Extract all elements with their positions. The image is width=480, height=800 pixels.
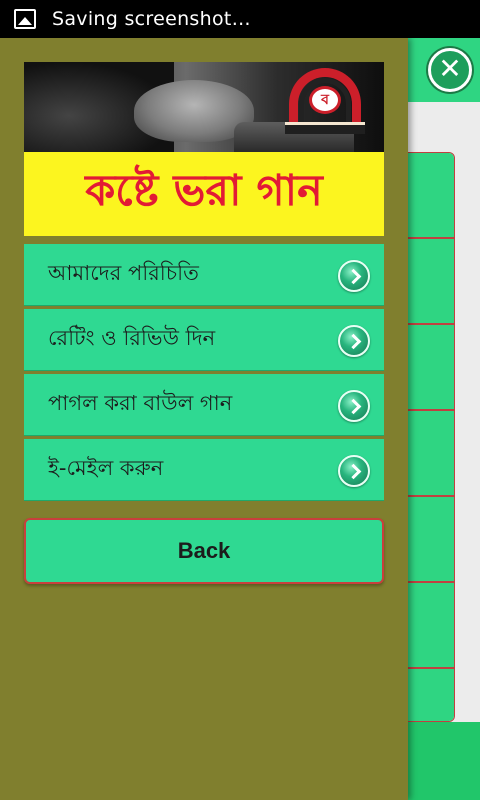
banner-title-strip: কষ্টে ভরা গান: [24, 152, 384, 236]
menu-item-rate-review[interactable]: রেটিং ও রিভিউ দিন: [24, 309, 384, 371]
menu-item-label: আমাদের পরিচিতি: [48, 261, 199, 285]
close-icon[interactable]: ✕: [428, 48, 472, 92]
status-bar: Saving screenshot…: [0, 0, 480, 38]
status-text: Saving screenshot…: [52, 8, 251, 30]
chevron-right-icon[interactable]: [338, 260, 370, 292]
menu-item-email[interactable]: ই-মেইল করুন: [24, 439, 384, 501]
menu-item-label: পাগল করা বাউল গান: [48, 391, 233, 415]
chevron-right-icon[interactable]: [338, 455, 370, 487]
menu-item-label: ই-মেইল করুন: [48, 456, 164, 480]
menu-item-about-us[interactable]: আমাদের পরিচিতি: [24, 244, 384, 306]
back-button[interactable]: Back: [24, 518, 384, 584]
banner-photo: ব: [24, 62, 384, 152]
logo-letter: ব: [309, 86, 341, 114]
menu-item-label: রেটিং ও রিভিউ দিন: [48, 326, 216, 350]
navigation-drawer: ব কষ্টে ভরা গান আমাদের পরিচিতি রেটিং ও র…: [0, 38, 408, 800]
app-logo: ব: [285, 68, 365, 134]
image-icon: [14, 9, 36, 29]
back-button-label: Back: [177, 538, 231, 563]
drawer-banner: ব কষ্টে ভরা গান: [24, 62, 384, 236]
chevron-right-icon[interactable]: [338, 325, 370, 357]
app-title: কষ্টে ভরা গান: [85, 165, 323, 216]
chevron-right-icon[interactable]: [338, 390, 370, 422]
drawer-menu: আমাদের পরিচিতি রেটিং ও রিভিউ দিন পাগল কর…: [24, 244, 384, 504]
menu-item-baul-songs[interactable]: পাগল করা বাউল গান: [24, 374, 384, 436]
